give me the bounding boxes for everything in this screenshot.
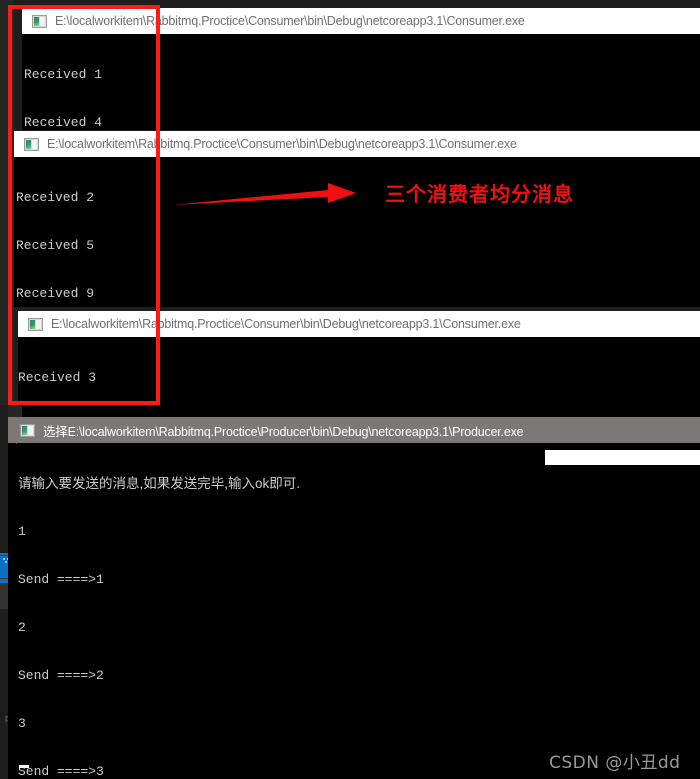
titlebar-consumer-3[interactable]: E:\localworkitem\Rabbitmq.Proctice\Consu… bbox=[18, 311, 700, 337]
console-line: Received 2 bbox=[16, 190, 95, 205]
window-title: E:\localworkitem\Rabbitmq.Proctice\Consu… bbox=[47, 137, 517, 151]
console-selection-highlight bbox=[545, 450, 700, 465]
console-line: Received 9 bbox=[16, 286, 95, 301]
window-title: E:\localworkitem\Rabbitmq.Proctice\Consu… bbox=[51, 317, 521, 331]
console-line: Received 4 bbox=[24, 115, 103, 130]
window-title: E:\localworkitem\Rabbitmq.Proctice\Consu… bbox=[55, 14, 525, 28]
editor-activity-bar bbox=[0, 0, 14, 415]
console-line: 2 bbox=[18, 620, 26, 635]
console-prompt-line: 请输入要发送的消息,如果发送完毕,输入ok即可. bbox=[18, 476, 301, 491]
console-line: Received 1 bbox=[24, 67, 103, 82]
console-line: Send ====>2 bbox=[18, 668, 104, 683]
console-window-producer[interactable]: 选择E:\localworkitem\Rabbitmq.Proctice\Pro… bbox=[8, 417, 700, 779]
console-window-consumer-1[interactable]: E:\localworkitem\Rabbitmq.Proctice\Consu… bbox=[22, 8, 700, 130]
console-line: Received 5 bbox=[16, 238, 95, 253]
screenshot-root: d E:\localworkitem\Rabbitmq.Proctice\Con… bbox=[0, 0, 700, 779]
console-window-consumer-2[interactable]: E:\localworkitem\Rabbitmq.Proctice\Consu… bbox=[14, 131, 700, 307]
console-output-consumer-3: Received 3 Received 6 Received 10 bbox=[18, 338, 700, 406]
console-output-producer: 请输入要发送的消息,如果发送完毕,输入ok即可. 1 Send ====>1 2… bbox=[16, 444, 700, 779]
annotation-callout-text: 三个消费者均分消息 bbox=[385, 182, 574, 206]
window-title: 选择E:\localworkitem\Rabbitmq.Proctice\Pro… bbox=[43, 424, 524, 439]
console-line: 1 bbox=[18, 524, 26, 539]
console-window-icon bbox=[28, 317, 43, 331]
console-output-consumer-2: Received 2 Received 5 Received 9 bbox=[14, 158, 700, 307]
csdn-watermark: CSDN @小丑dd bbox=[549, 753, 681, 773]
console-caret bbox=[19, 765, 29, 768]
console-window-icon bbox=[32, 14, 47, 28]
console-line: Received 3 bbox=[18, 370, 97, 385]
titlebar-consumer-2[interactable]: E:\localworkitem\Rabbitmq.Proctice\Consu… bbox=[14, 131, 700, 157]
console-output-consumer-1: Received 1 Received 4 Received 7 bbox=[22, 35, 700, 130]
titlebar-producer[interactable]: 选择E:\localworkitem\Rabbitmq.Proctice\Pro… bbox=[8, 417, 700, 443]
console-window-consumer-3[interactable]: E:\localworkitem\Rabbitmq.Proctice\Consu… bbox=[18, 311, 700, 406]
console-line: Send ====>1 bbox=[18, 572, 104, 587]
console-window-icon bbox=[20, 423, 35, 437]
titlebar-consumer-1[interactable]: E:\localworkitem\Rabbitmq.Proctice\Consu… bbox=[22, 8, 700, 34]
console-window-icon bbox=[24, 137, 39, 151]
console-line: 3 bbox=[18, 716, 26, 731]
